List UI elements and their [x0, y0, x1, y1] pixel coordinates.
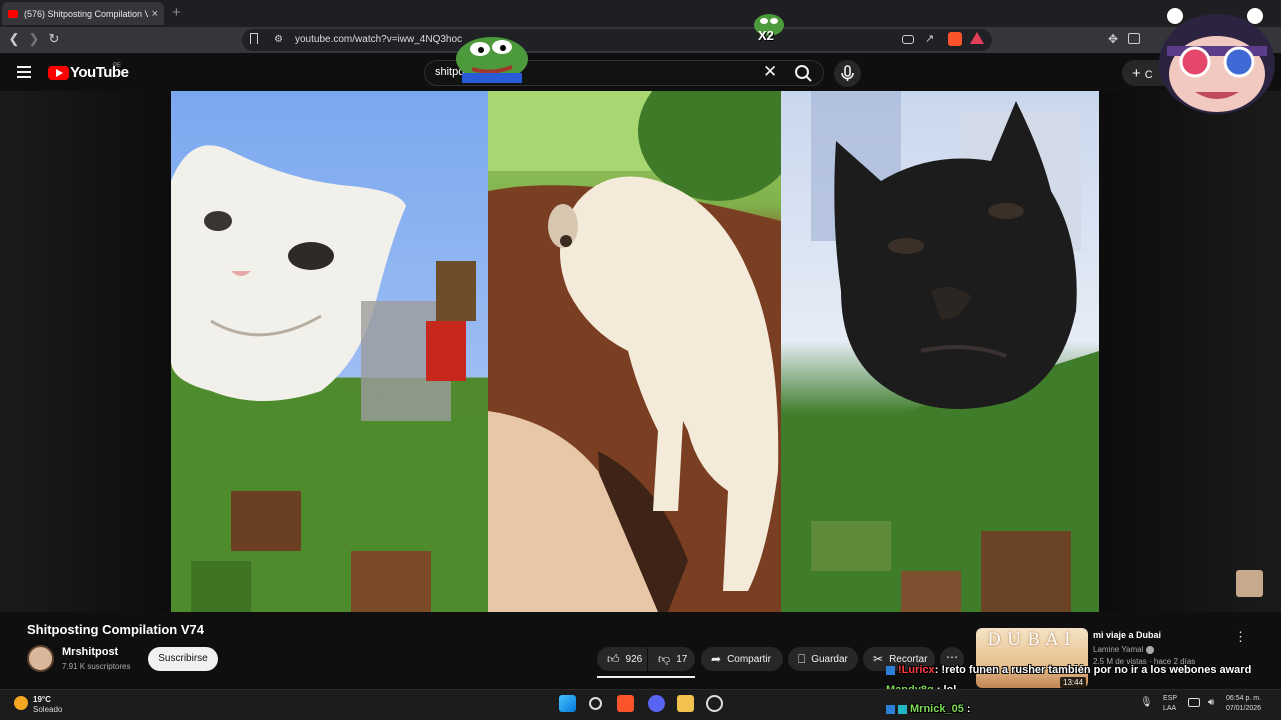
new-tab-icon[interactable]: +	[172, 4, 181, 21]
subscriber-count: 7.91 K suscriptores	[62, 662, 131, 671]
like-button[interactable]: 👍︎ 926	[597, 647, 647, 671]
bookmark-save-icon: ⎕	[798, 651, 806, 666]
chat-message: !Luricx: !reto funen a rusher también po…	[886, 664, 1251, 676]
close-tab-icon[interactable]: ×	[152, 8, 158, 20]
clip-label: Recortar	[889, 653, 928, 665]
youtube-favicon-icon	[8, 9, 18, 18]
recommended-channel-name: Lamine Yamal	[1093, 645, 1144, 654]
video-title: Shitposting Compilation V74	[27, 622, 204, 637]
save-button[interactable]: ⎕ Guardar	[788, 647, 858, 671]
search-icon	[795, 65, 812, 82]
share-page-icon[interactable]: ↗	[925, 32, 934, 45]
url-text: youtube.com/watch?v=iww_4NQ3hoc	[295, 34, 463, 45]
extensions-icon[interactable]: ✥	[1108, 32, 1118, 46]
save-label: Guardar	[811, 653, 848, 665]
recommended-title[interactable]: mi viaje a Dubai	[1093, 630, 1161, 640]
recommended-menu-icon[interactable]: ⋮	[1234, 629, 1247, 645]
sidebar-toggle-icon[interactable]	[1128, 33, 1140, 44]
chat-badge-icon	[886, 665, 895, 675]
microphone-tray-icon[interactable]: 🎙︎	[1140, 697, 1153, 708]
chat-text: :	[966, 703, 971, 715]
thumbs-down-icon: 👎︎	[658, 651, 671, 666]
weather-sun-icon[interactable]	[14, 696, 28, 710]
chat-user: !Luricx	[898, 664, 935, 676]
hamburger-menu-icon[interactable]	[17, 66, 31, 81]
clock-date[interactable]: 07/01/2026	[1226, 705, 1261, 712]
tab-strip	[0, 0, 1281, 27]
video-frame[interactable]	[171, 91, 1099, 612]
share-button[interactable]: ➦ Compartir	[701, 647, 783, 671]
chat-message: Mrnick_05 :	[886, 703, 971, 715]
black-cat-image	[781, 91, 1099, 612]
windows-taskbar	[0, 689, 1281, 720]
channel-avatar[interactable]	[27, 645, 54, 672]
tab-title: (576) Shitposting Compilation V	[24, 8, 148, 19]
site-info-icon[interactable]: ⚙	[274, 34, 283, 45]
chat-text: : !reto funen a rusher también por no ir…	[934, 664, 1252, 676]
emote-multiplier: X2	[758, 28, 774, 43]
discord-icon[interactable]	[648, 695, 665, 712]
bulldog-image	[488, 91, 781, 612]
browser-tab[interactable]: (576) Shitposting Compilation V ×	[2, 2, 164, 25]
microphone-icon	[841, 65, 854, 81]
keyboard-layout[interactable]: LAA	[1163, 705, 1176, 712]
recommended-channel[interactable]: Lamine Yamal	[1093, 645, 1154, 654]
clock-time[interactable]: 06:54 p. m.	[1226, 695, 1261, 702]
forward-icon[interactable]: ❯	[26, 31, 42, 49]
weather-condition[interactable]: Soleado	[33, 705, 62, 714]
taskbar-search-icon[interactable]	[589, 697, 602, 710]
chat-badge-icon	[898, 704, 907, 714]
country-code: PE	[113, 63, 122, 69]
chat-badge-icon	[886, 704, 895, 714]
bookmark-icon[interactable]	[250, 33, 258, 44]
scissors-icon: ✂	[873, 652, 884, 666]
app-icon[interactable]	[706, 695, 723, 712]
back-icon[interactable]: ❮	[6, 31, 22, 49]
volume-icon[interactable]: 🔊︎	[1208, 697, 1214, 708]
brave-shields-icon[interactable]	[948, 32, 962, 46]
weather-temperature[interactable]: 19°C	[33, 695, 51, 704]
thumbs-up-icon: 👍︎	[607, 651, 620, 666]
like-count: 926	[625, 653, 643, 665]
cast-icon[interactable]	[902, 35, 914, 44]
dislike-count: 17	[676, 653, 688, 665]
thumbnail-text: DUBAI	[987, 630, 1077, 650]
pepe-emote-icon	[452, 25, 532, 83]
video-panel-black-cat	[781, 91, 1099, 612]
streamer-avatar-icon	[1155, 4, 1278, 114]
file-explorer-icon[interactable]	[677, 695, 694, 712]
channel-watermark[interactable]	[1236, 570, 1263, 597]
language-indicator[interactable]: ESP	[1163, 695, 1177, 702]
brave-browser-icon[interactable]	[617, 695, 634, 712]
network-icon[interactable]	[1188, 698, 1200, 707]
plus-icon: +	[1132, 65, 1141, 82]
video-panel-bulldog	[488, 91, 781, 612]
chat-user: Mrnick_05	[910, 703, 964, 715]
search-button[interactable]	[787, 60, 824, 86]
youtube-logo-icon[interactable]	[48, 66, 69, 80]
share-label: Compartir	[727, 653, 771, 665]
white-cat-image	[171, 145, 488, 612]
channel-name[interactable]: Mrshitpost	[62, 646, 118, 658]
video-duration: 13:44	[1060, 677, 1087, 688]
dislike-button[interactable]: 👎︎ 17	[648, 647, 695, 671]
brave-rewards-icon[interactable]	[970, 32, 984, 44]
create-label: C	[1144, 69, 1153, 81]
share-icon: ➦	[711, 652, 722, 666]
video-panel-white-cat	[171, 91, 488, 612]
subscribe-button[interactable]: Suscribirse	[148, 647, 218, 671]
voice-search-button[interactable]	[834, 60, 861, 87]
clear-search-icon[interactable]: ✕	[763, 62, 777, 82]
like-ratio-bar	[597, 676, 695, 678]
start-icon[interactable]	[559, 695, 576, 712]
reload-icon[interactable]: ↻	[46, 31, 62, 49]
verified-icon	[1145, 645, 1154, 654]
